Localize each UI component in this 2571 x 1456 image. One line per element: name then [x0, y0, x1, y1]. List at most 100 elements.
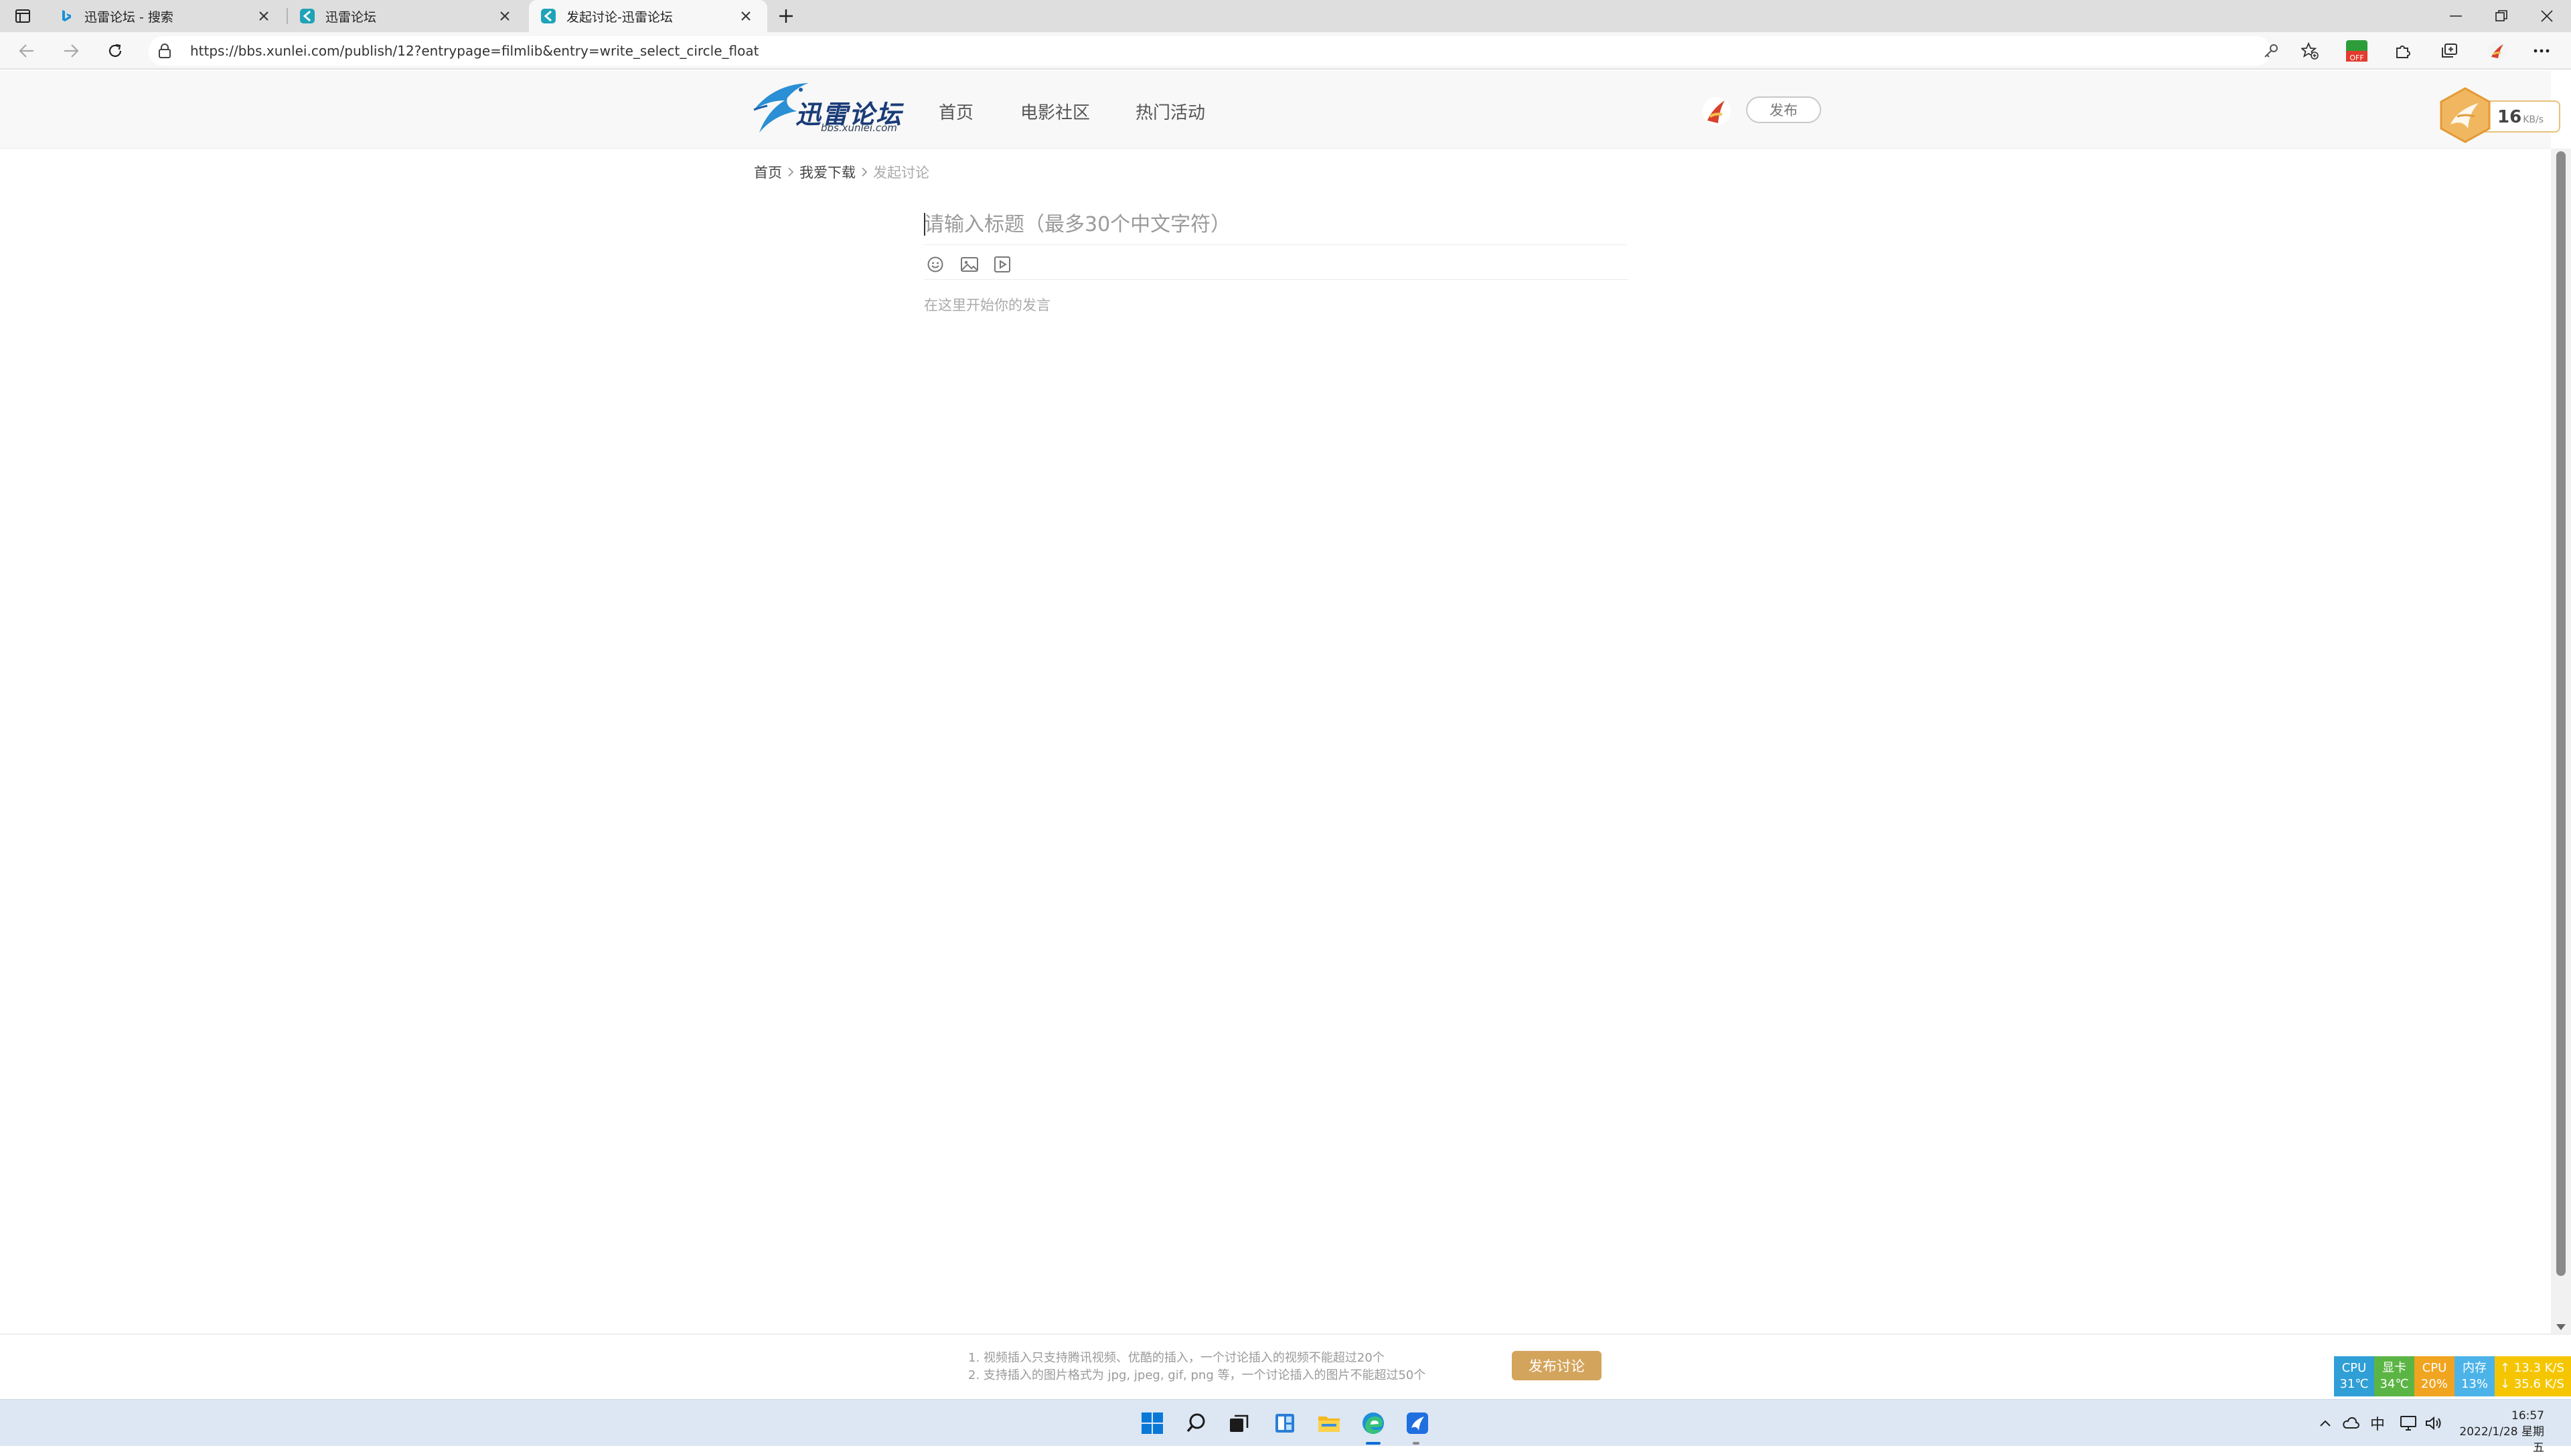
- task-view-button[interactable]: [1223, 1406, 1256, 1440]
- upload-note-video: 1. 视频插入只支持腾讯视频、优酷的插入，一个讨论插入的视频不能超过20个: [968, 1351, 1385, 1365]
- close-tab-icon[interactable]: [736, 7, 755, 25]
- close-tab-icon[interactable]: [495, 7, 514, 25]
- nav-movie-community[interactable]: 电影社区: [1020, 99, 1090, 124]
- add-favorite-button[interactable]: [2296, 37, 2323, 64]
- onedrive-button[interactable]: [2341, 1413, 2361, 1433]
- memory-usage-cell: 内存 13%: [2455, 1356, 2495, 1396]
- header-publish-button[interactable]: 发布: [1746, 96, 1821, 123]
- edge-button[interactable]: [1356, 1406, 1390, 1440]
- back-button[interactable]: [13, 37, 40, 64]
- taskbar-search-button[interactable]: [1180, 1406, 1213, 1440]
- site-header: 迅雷论坛 bbs.xunlei.com 首页 电影社区 热门活动 发布 16 K…: [0, 71, 2560, 149]
- tab-title: 迅雷论坛: [325, 9, 377, 25]
- svg-text:OFF: OFF: [2349, 54, 2363, 62]
- address-bar[interactable]: https://bbs.xunlei.com/publish/12?entryp…: [149, 36, 2271, 66]
- memory-usage-label: 内存: [2463, 1361, 2487, 1375]
- windows-taskbar: 中 16:57 2022/1/28 星期五: [0, 1399, 2571, 1455]
- bing-icon: [62, 10, 71, 21]
- page-scrollbar[interactable]: [2551, 149, 2571, 1333]
- lock-icon[interactable]: [158, 43, 171, 59]
- password-key-button[interactable]: [2258, 37, 2284, 64]
- gpu-temp-value: 34℃: [2380, 1377, 2409, 1391]
- nav-home[interactable]: 首页: [939, 99, 973, 124]
- edge-running-indicator: [1366, 1442, 1381, 1445]
- tab-publish[interactable]: 发起讨论-迅雷论坛: [529, 0, 767, 32]
- profile-avatar-icon: [2488, 42, 2507, 60]
- breadcrumb-home[interactable]: 首页: [754, 162, 782, 182]
- chevron-up-icon: [2320, 1420, 2331, 1427]
- tab-search[interactable]: 迅雷论坛 - 搜索: [47, 0, 285, 32]
- restore-icon: [2495, 10, 2507, 21]
- gpu-temp-cell: 显卡 34℃: [2374, 1356, 2414, 1396]
- file-explorer-button[interactable]: [1312, 1406, 1346, 1440]
- arrow-left-icon: [19, 44, 33, 58]
- puzzle-icon: [2396, 46, 2410, 58]
- extensions-button[interactable]: [2389, 37, 2416, 64]
- minimize-icon: [2450, 15, 2462, 17]
- speed-unit: KB/s: [2523, 114, 2544, 125]
- scrollbar-thumb[interactable]: [2556, 151, 2566, 1276]
- cpu-temp-cell: CPU 31℃: [2334, 1356, 2374, 1396]
- widgets-icon: [1275, 1414, 1294, 1433]
- edge-icon: [1362, 1412, 1384, 1434]
- volume-button[interactable]: [2424, 1413, 2444, 1433]
- nav-hot-events[interactable]: 热门活动: [1136, 99, 1205, 124]
- xunlei-hexagon-bird-icon: [2440, 87, 2491, 143]
- insert-video-button[interactable]: [991, 251, 1024, 278]
- windows-start-icon: [1142, 1412, 1163, 1434]
- system-clock[interactable]: 16:57 2022/1/28 星期五: [2450, 1408, 2544, 1456]
- insert-image-button[interactable]: [957, 251, 991, 278]
- url-text: https://bbs.xunlei.com/publish/12?entryp…: [190, 43, 759, 59]
- post-body-editor[interactable]: 在这里开始你的发言: [924, 295, 1050, 315]
- breadcrumb-current: 发起讨论: [873, 165, 929, 181]
- user-avatar[interactable]: [1702, 96, 1731, 126]
- close-icon: [2541, 10, 2553, 22]
- cpu-temp-label: CPU: [2341, 1361, 2367, 1375]
- text-caret: [924, 213, 925, 236]
- xunlei-icon: [1407, 1412, 1428, 1434]
- new-tab-button[interactable]: [774, 4, 798, 28]
- close-window-button[interactable]: [2524, 0, 2570, 32]
- speed-value: 16: [2497, 107, 2522, 127]
- minimize-button[interactable]: [2433, 0, 2479, 32]
- key-icon: [2264, 44, 2278, 58]
- publish-discussion-button[interactable]: 发布讨论: [1512, 1351, 1602, 1380]
- insert-emoji-button[interactable]: [924, 251, 957, 278]
- close-tab-icon[interactable]: [254, 7, 273, 25]
- extension-ad-blocker-icon[interactable]: OFF: [2345, 39, 2369, 63]
- upload-notes: 1. 视频插入只支持腾讯视频、优酷的插入，一个讨论插入的视频不能超过20个 2.…: [968, 1350, 1425, 1384]
- input-method-indicator[interactable]: 中: [2367, 1413, 2388, 1433]
- speaker-icon: [2426, 1416, 2441, 1431]
- hardware-monitor-widget[interactable]: CPU 31℃ 显卡 34℃ CPU 20% 内存 13% ↑ 13.3 K/S…: [2334, 1356, 2571, 1396]
- logo-domain: bbs.xunlei.com: [821, 122, 897, 134]
- network-button[interactable]: [2398, 1413, 2418, 1433]
- clock-time: 16:57: [2511, 1409, 2544, 1423]
- xunlei-running-indicator: [1413, 1442, 1419, 1445]
- scroll-down-arrow-icon[interactable]: [2556, 1323, 2566, 1331]
- forward-button[interactable]: [58, 37, 84, 64]
- xunlei-button[interactable]: [1401, 1406, 1434, 1440]
- post-title-input[interactable]: [924, 205, 1627, 245]
- restore-button[interactable]: [2479, 0, 2524, 32]
- site-logo[interactable]: 迅雷论坛 bbs.xunlei.com: [747, 78, 908, 141]
- xunlei-icon: [541, 9, 556, 23]
- file-explorer-icon: [1318, 1417, 1340, 1432]
- widgets-button[interactable]: [1268, 1406, 1302, 1440]
- start-button[interactable]: [1136, 1406, 1169, 1440]
- tab-actions-button[interactable]: [9, 5, 36, 27]
- breadcrumb-circle[interactable]: 我爱下载: [799, 162, 856, 182]
- chevron-right-icon: [788, 167, 794, 177]
- profile-button[interactable]: [2484, 37, 2511, 64]
- cpu-usage-label: CPU: [2422, 1361, 2447, 1375]
- clock-date: 2022/1/28 星期五: [2459, 1425, 2544, 1455]
- upload-speed-value: 13.3 K/S: [2513, 1361, 2564, 1375]
- settings-more-button[interactable]: [2528, 37, 2555, 64]
- show-hidden-icons-button[interactable]: [2315, 1413, 2335, 1433]
- tab-xunlei-forum[interactable]: 迅雷论坛: [288, 0, 526, 32]
- download-speed-widget[interactable]: 16 KB/s: [2437, 87, 2568, 143]
- collections-button[interactable]: [2436, 37, 2463, 64]
- tab-title: 发起讨论-迅雷论坛: [566, 9, 673, 25]
- xunlei-icon: [300, 9, 315, 23]
- refresh-button[interactable]: [102, 37, 129, 64]
- video-icon: [994, 256, 1010, 272]
